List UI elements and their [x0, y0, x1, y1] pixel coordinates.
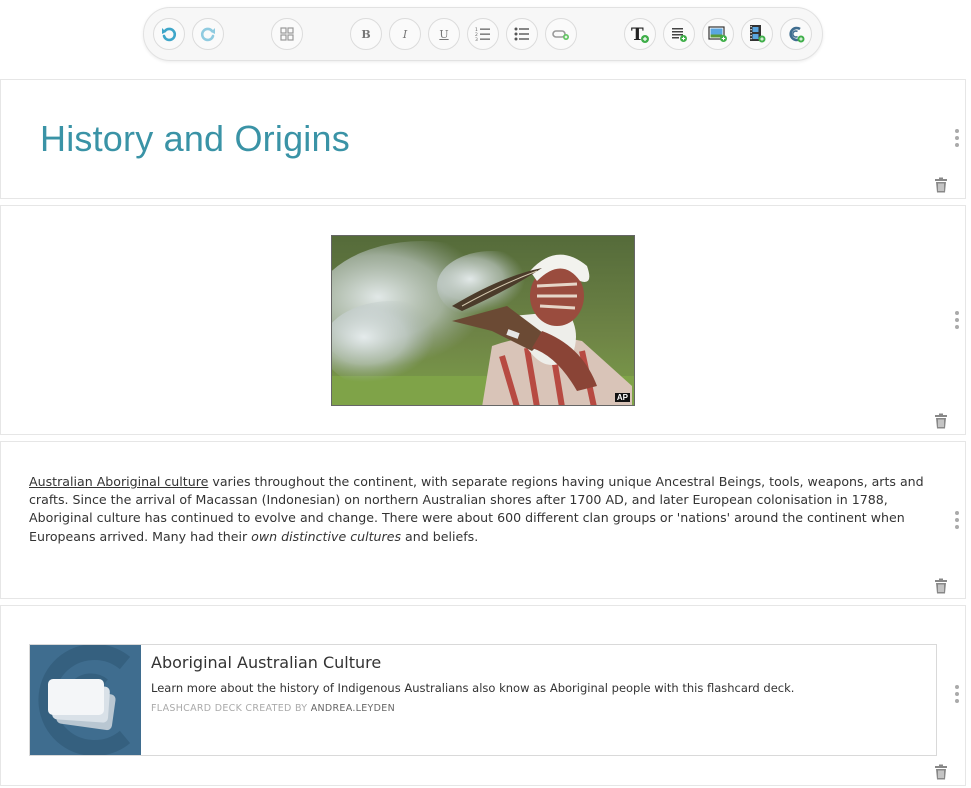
trash-icon[interactable] — [934, 578, 948, 594]
body-paragraph[interactable]: Australian Aboriginal culture varies thr… — [29, 473, 937, 546]
deck-description: Learn more about the history of Indigeno… — [151, 681, 795, 695]
ceremony-photo[interactable]: AP — [331, 235, 635, 406]
link-button[interactable] — [545, 18, 577, 50]
italic-button[interactable]: I — [389, 18, 421, 50]
drag-handle[interactable] — [950, 685, 964, 703]
trash-icon[interactable] — [934, 764, 948, 780]
layout-grid-icon — [280, 27, 294, 41]
add-deck-button[interactable] — [780, 18, 812, 50]
image-block[interactable]: AP — [0, 205, 966, 435]
add-image-icon — [708, 26, 727, 42]
unordered-list-button[interactable] — [506, 18, 538, 50]
trash-icon[interactable] — [934, 177, 948, 193]
add-text-icon — [672, 28, 687, 42]
svg-text:3: 3 — [475, 37, 478, 42]
ordered-list-button[interactable]: 1 2 3 — [467, 18, 499, 50]
redo-icon — [200, 27, 215, 42]
emphasis-text: own distinctive cultures — [251, 528, 402, 544]
add-deck-icon — [789, 26, 805, 43]
link-icon — [552, 30, 569, 40]
drag-handle[interactable] — [950, 511, 964, 529]
photo-credit: AP — [614, 393, 630, 402]
deck-thumbnail — [30, 645, 141, 755]
add-video-button[interactable] — [741, 18, 773, 50]
deck-meta-prefix: FLASHCARD DECK CREATED BY — [151, 703, 311, 714]
ordered-list-icon: 1 2 3 — [475, 27, 490, 42]
deck-meta: FLASHCARD DECK CREATED BY ANDREA.LEYDEN — [151, 703, 395, 714]
trash-icon[interactable] — [934, 413, 948, 429]
layout-button[interactable] — [271, 18, 303, 50]
drag-handle[interactable] — [950, 129, 964, 147]
flashcards-icon — [38, 645, 131, 755]
deck-author[interactable]: ANDREA.LEYDEN — [311, 703, 395, 714]
bold-button[interactable]: B — [350, 18, 382, 50]
unordered-list-icon — [514, 27, 529, 41]
culture-link[interactable]: Australian Aboriginal culture — [29, 474, 208, 489]
underline-button[interactable]: U — [428, 18, 460, 50]
add-heading-icon: T — [631, 25, 649, 44]
deck-block[interactable]: Aboriginal Australian Culture Learn more… — [0, 605, 966, 786]
redo-button[interactable] — [192, 18, 224, 50]
editor-toolbar: B I U 1 2 3 T — [143, 7, 823, 61]
flashcard-deck-card[interactable]: Aboriginal Australian Culture Learn more… — [29, 644, 937, 756]
add-image-button[interactable] — [702, 18, 734, 50]
drag-handle[interactable] — [950, 311, 964, 329]
deck-title[interactable]: Aboriginal Australian Culture — [151, 653, 381, 672]
undo-icon — [162, 27, 177, 42]
undo-button[interactable] — [153, 18, 185, 50]
paragraph-text-end: and beliefs. — [401, 528, 479, 544]
add-text-button[interactable] — [663, 18, 695, 50]
page-title[interactable]: History and Origins — [40, 118, 350, 160]
heading-block[interactable]: History and Origins — [0, 79, 966, 199]
smoking-ceremony-image — [332, 236, 634, 405]
add-heading-button[interactable]: T — [624, 18, 656, 50]
add-video-icon — [750, 25, 766, 43]
text-block[interactable]: Australian Aboriginal culture varies thr… — [0, 441, 966, 599]
